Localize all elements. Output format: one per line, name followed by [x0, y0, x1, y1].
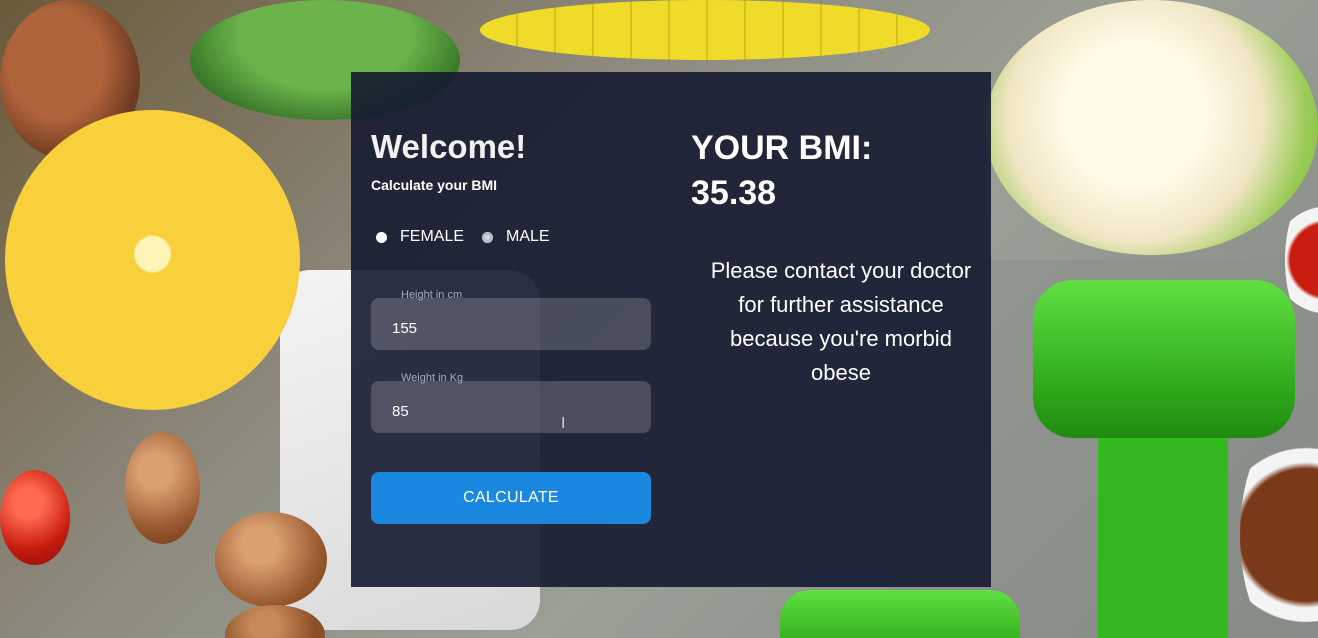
dumbbell-handle-image: [1098, 420, 1228, 638]
height-label: Height in cm: [401, 289, 463, 301]
gender-radio-group: FEMALE MALE: [376, 228, 568, 246]
bmi-result-heading: YOUR BMI:: [691, 129, 873, 167]
hazelnut-image: [125, 432, 200, 544]
bmi-result-value: 35.38: [691, 174, 777, 212]
page-title: Welcome!: [371, 128, 527, 165]
subtitle: Calculate your BMI: [371, 177, 498, 193]
calculate-button[interactable]: CALCULATE: [371, 472, 651, 524]
male-label[interactable]: MALE: [506, 228, 550, 246]
female-label[interactable]: FEMALE: [400, 228, 464, 246]
dumbbell-image: [780, 590, 1020, 638]
lemon-image: [5, 110, 300, 410]
cauliflower-image: [985, 0, 1318, 255]
text-cursor-icon: I: [561, 415, 566, 432]
hazelnut-image: [215, 512, 327, 607]
female-radio[interactable]: [376, 231, 387, 243]
weight-input[interactable]: [371, 381, 651, 433]
dumbbell-image: [1033, 280, 1295, 438]
bmi-result-message: Please contact your doctor for further a…: [710, 258, 972, 385]
height-input[interactable]: [371, 298, 651, 350]
bmi-result: YOUR BMI: 35.38: [691, 126, 981, 216]
bmi-calculator-panel: Welcome! Calculate your BMI FEMALE MALE …: [351, 72, 991, 587]
tomato-image: [0, 470, 70, 565]
measuring-tape-image: [480, 0, 930, 60]
weight-label: Weight in Kg: [401, 372, 464, 384]
male-radio[interactable]: [482, 231, 494, 243]
